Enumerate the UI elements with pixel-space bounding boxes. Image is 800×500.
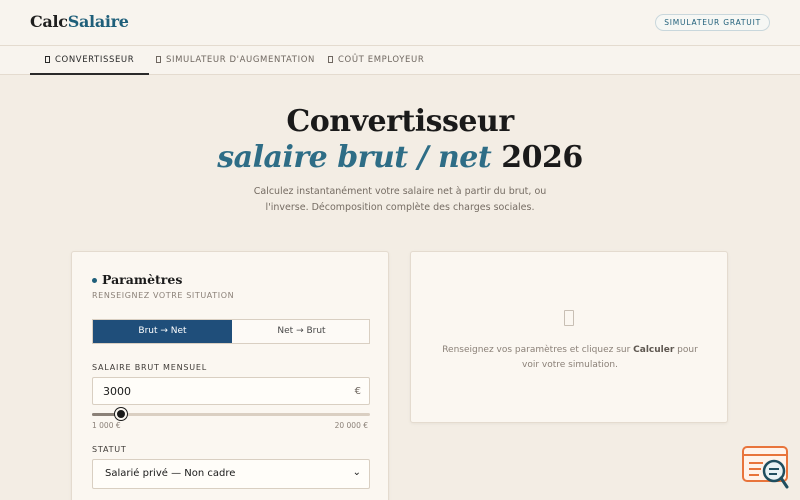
tab-convertisseur[interactable]: CONVERTISSEUR (30, 46, 150, 75)
tab-cout-employeur[interactable]: COÛT EMPLOYEUR (313, 46, 439, 75)
page-title: Convertisseur (286, 104, 514, 139)
free-simulator-badge: SIMULATEUR GRATUIT (655, 14, 770, 31)
subtitle-line: Calculez instantanément votre salaire ne… (253, 186, 547, 197)
salary-input[interactable]: 3000 € (92, 377, 370, 405)
euro-suffix: € (354, 386, 361, 397)
chat-widget-button[interactable] (741, 445, 791, 491)
parameters-subtitle: RENSEIGNEZ VOTRE SITUATION (92, 291, 235, 300)
status-select[interactable]: Salarié privé — Non cadre ⌄ (92, 459, 370, 489)
empty-text-part: Renseignez vos paramètres et cliquez sur (442, 345, 634, 355)
document-icon (45, 56, 50, 63)
status-value: Salarié privé — Non cadre (105, 468, 236, 479)
chat-search-icon (742, 446, 789, 489)
document-icon (328, 56, 333, 63)
result-card: Renseignez vos paramètres et cliquez sur… (410, 251, 728, 423)
conversion-mode-toggle: Brut → Net Net → Brut (92, 319, 370, 344)
slider-max-label: 20 000 € (334, 421, 368, 430)
parameters-title: Paramètres (102, 272, 183, 287)
chevron-down-icon: ⌄ (352, 467, 361, 478)
slider-min-label: 1 000 € (92, 421, 121, 430)
parameters-card: Paramètres RENSEIGNEZ VOTRE SITUATION Br… (71, 251, 389, 500)
mode-net-to-brut-button[interactable]: Net → Brut (232, 320, 371, 343)
logo[interactable]: CalcSalaire (30, 12, 129, 31)
calculate-word: Calculer (633, 345, 675, 355)
salary-value: 3000 (103, 385, 131, 398)
document-icon (156, 56, 161, 63)
tab-label: CONVERTISSEUR (55, 55, 135, 65)
site-header: CalcSalaire SIMULATEUR GRATUIT (0, 0, 800, 46)
status-label: STATUT (92, 445, 127, 454)
salary-label: SALAIRE BRUT MENSUEL (92, 363, 208, 372)
bullet-dot (92, 278, 97, 283)
title-year: 2026 (501, 140, 583, 175)
logo-text: Calc (30, 12, 68, 31)
empty-result-message: Renseignez vos paramètres et cliquez sur… (441, 343, 699, 373)
subtitle-line: l'inverse. Décomposition complète des ch… (265, 202, 535, 213)
logo-accent: Salaire (67, 12, 129, 31)
tab-label: COÛT EMPLOYEUR (338, 55, 425, 65)
title-accent: salaire brut / net (217, 140, 492, 175)
tab-bar: CONVERTISSEUR SIMULATEUR D'AUGMENTATION … (0, 46, 800, 75)
tab-label: SIMULATEUR D'AUGMENTATION (166, 55, 315, 65)
page-title-line2: salaire brut / net 2026 (0, 140, 800, 175)
tab-simulateur-augmentation[interactable]: SIMULATEUR D'AUGMENTATION (141, 46, 330, 75)
page-subtitle: Calculez instantanément votre salaire ne… (250, 184, 550, 216)
slider-thumb[interactable] (115, 408, 127, 420)
mode-brut-to-net-button[interactable]: Brut → Net (93, 320, 232, 343)
document-icon (564, 310, 574, 326)
salary-slider[interactable] (92, 408, 370, 420)
